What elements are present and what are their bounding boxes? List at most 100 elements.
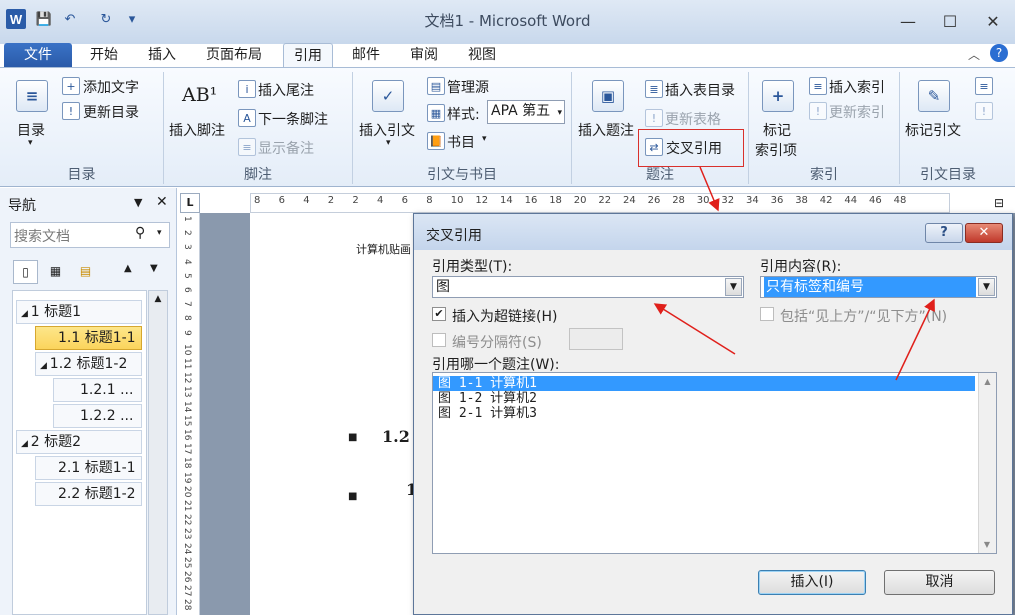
insert-table-figures-icon: ≣ xyxy=(645,80,663,98)
nav-heading-1-2[interactable]: ◢ 1.2 标题1-2 xyxy=(35,352,142,376)
separate-numbers-checkbox[interactable] xyxy=(432,333,446,347)
update-toc-button[interactable]: 更新目录 xyxy=(83,102,139,122)
cancel-button[interactable]: 取消 xyxy=(884,570,995,595)
collapse-ribbon-icon[interactable]: ︿ xyxy=(968,46,980,63)
vertical-ruler-tick-label: 8 xyxy=(182,315,192,322)
vertical-ruler-tick-label: 17 xyxy=(182,443,192,455)
nav-heading-1-2-2[interactable]: 1.2.2 ... xyxy=(53,404,142,428)
results-view-icon[interactable]: ▤ xyxy=(73,260,98,284)
vertical-ruler-tick-label: 18 xyxy=(182,457,192,469)
style-select[interactable]: APA 第五 ▾ xyxy=(487,100,565,124)
tab-selector[interactable]: L xyxy=(180,193,200,213)
show-notes-button[interactable]: 显示备注 xyxy=(258,138,314,158)
nav-heading-2-1[interactable]: 2.1 标题1-1 xyxy=(35,456,142,480)
nav-heading-2[interactable]: ◢ 2 标题2 xyxy=(16,430,142,454)
ruler-tick-label: 26 xyxy=(647,195,661,206)
minimize-button[interactable]: — xyxy=(893,10,923,32)
ruler-tick-label: 48 xyxy=(893,195,907,206)
next-footnote-button[interactable]: 下一条脚注 xyxy=(258,109,328,129)
mark-citation-button[interactable]: 标记引文 xyxy=(905,120,961,140)
dialog-close-button[interactable]: ✕ xyxy=(965,223,1003,243)
vertical-ruler-tick-label: 5 xyxy=(182,272,192,279)
update-index-button[interactable]: 更新索引 xyxy=(829,102,885,122)
insert-citation-button[interactable]: 插入引文 xyxy=(359,120,415,140)
caption-item[interactable]: 图 1-1 计算机1 xyxy=(433,376,975,391)
caption-list[interactable]: 图 1-1 计算机1 图 1-2 计算机2 图 2-1 计算机3 ▲ ▼ xyxy=(432,372,997,554)
mark-entry-button[interactable]: 标记 xyxy=(763,120,791,140)
chevron-down-icon[interactable]: ▼ xyxy=(725,278,742,296)
ruler-tick-label: 18 xyxy=(549,195,562,206)
nav-menu-icon[interactable]: ▼ xyxy=(134,196,142,209)
insert-hyperlink-checkbox[interactable]: ✔ xyxy=(432,307,446,321)
document-page[interactable] xyxy=(250,213,430,615)
maximize-button[interactable]: ☐ xyxy=(935,10,965,32)
nav-down-icon[interactable]: ▼ xyxy=(150,263,158,274)
ruler-tick-label: 34 xyxy=(746,195,759,206)
dialog-help-button[interactable]: ? xyxy=(925,223,963,243)
include-above-below-checkbox[interactable] xyxy=(760,307,774,321)
chevron-down-icon[interactable]: ▼ xyxy=(978,278,995,296)
tab-home[interactable]: 开始 xyxy=(80,43,128,68)
vertical-ruler-tick-label: 4 xyxy=(182,258,192,265)
vertical-ruler-tick-label: 6 xyxy=(182,287,192,293)
pages-view-icon[interactable]: ▦ xyxy=(43,260,68,284)
ref-content-select[interactable]: 只有标签和编号 ▼ xyxy=(760,276,997,298)
ruler-tick-label: 6 xyxy=(401,195,408,206)
tab-page-layout[interactable]: 页面布局 xyxy=(196,43,272,68)
nav-title: 导航 xyxy=(8,198,36,214)
help-icon[interactable]: ? xyxy=(990,44,1008,62)
chevron-down-icon[interactable]: ▾ xyxy=(157,228,162,238)
insert-caption-button[interactable]: 插入题注 xyxy=(578,120,634,140)
toc-button[interactable]: 目录 xyxy=(17,120,45,140)
headings-view-icon[interactable]: ▯ xyxy=(13,260,38,284)
vertical-ruler-tick-label: 10 xyxy=(182,343,192,356)
insert-button[interactable]: 插入(I) xyxy=(758,570,866,595)
ruler-tick-label: 14 xyxy=(500,195,513,206)
close-button[interactable]: ✕ xyxy=(978,10,1008,32)
ref-type-select[interactable]: 图 ▼ xyxy=(432,276,744,298)
update-table-button[interactable]: 更新表格 xyxy=(665,109,721,129)
search-icon[interactable]: ⚲ xyxy=(135,225,145,241)
separate-numbers-label[interactable]: 编号分隔符(S) xyxy=(452,332,542,352)
list-scrollbar[interactable]: ▲ ▼ xyxy=(978,373,996,553)
nav-heading-1-2-1[interactable]: 1.2.1 ... xyxy=(53,378,142,402)
vertical-ruler-tick-label: 15 xyxy=(182,414,192,427)
tab-review[interactable]: 审阅 xyxy=(400,43,448,68)
tab-file[interactable]: 文件 xyxy=(4,43,72,68)
caption-item[interactable]: 图 1-2 计算机2 xyxy=(433,391,975,406)
insert-footnote-button[interactable]: 插入脚注 xyxy=(169,120,225,140)
mark-entry-icon: + xyxy=(762,80,794,112)
insert-hyperlink-label[interactable]: 插入为超链接(H) xyxy=(452,306,557,326)
tab-mailings[interactable]: 邮件 xyxy=(342,43,390,68)
document-heading: 1.2 xyxy=(382,427,410,446)
add-text-button[interactable]: 添加文字 xyxy=(83,77,139,97)
vertical-ruler-tick-label: 1 xyxy=(182,216,192,222)
insert-table-figures-button[interactable]: 插入表目录 xyxy=(665,80,735,100)
insert-toa-icon: ≡ xyxy=(975,77,993,95)
mark-entry-button-line2[interactable]: 索引项 xyxy=(755,140,797,160)
nav-heading-2-2[interactable]: 2.2 标题1-2 xyxy=(35,482,142,506)
vertical-ruler-tick-label: 22 xyxy=(182,514,192,526)
vertical-ruler-tick-label: 14 xyxy=(182,400,192,413)
vertical-ruler-tick-label: 23 xyxy=(182,528,192,540)
caption-item[interactable]: 图 2-1 计算机3 xyxy=(433,406,975,421)
nav-scrollbar[interactable]: ▲ xyxy=(148,290,168,615)
insert-index-button[interactable]: 插入索引 xyxy=(829,77,885,97)
nav-up-icon[interactable]: ▲ xyxy=(124,263,132,274)
manage-sources-button[interactable]: 管理源 xyxy=(447,77,489,97)
nav-close-icon[interactable]: ✕ xyxy=(156,194,168,210)
bibliography-button[interactable]: 书目 xyxy=(447,132,475,152)
nav-heading-1[interactable]: ◢ 1 标题1 xyxy=(16,300,142,324)
vertical-ruler-tick-label: 16 xyxy=(182,429,192,441)
dialog-title-bar xyxy=(414,214,1012,250)
nav-heading-1-1[interactable]: 1.1 标题1-1 xyxy=(35,326,142,350)
view-ruler-icon[interactable]: ⊟ xyxy=(994,196,1004,210)
insert-endnote-button[interactable]: 插入尾注 xyxy=(258,80,314,100)
include-above-below-label[interactable]: 包括“见上方”/“见下方”(N) xyxy=(780,306,947,326)
chevron-down-icon: ▾ xyxy=(28,138,33,148)
separator-input[interactable] xyxy=(569,328,623,350)
tab-view[interactable]: 视图 xyxy=(458,43,506,68)
tab-references[interactable]: 引用 xyxy=(283,43,333,68)
nav-search-input[interactable]: 搜索文档 ⚲ ▾ xyxy=(10,222,170,248)
tab-insert[interactable]: 插入 xyxy=(138,43,186,68)
